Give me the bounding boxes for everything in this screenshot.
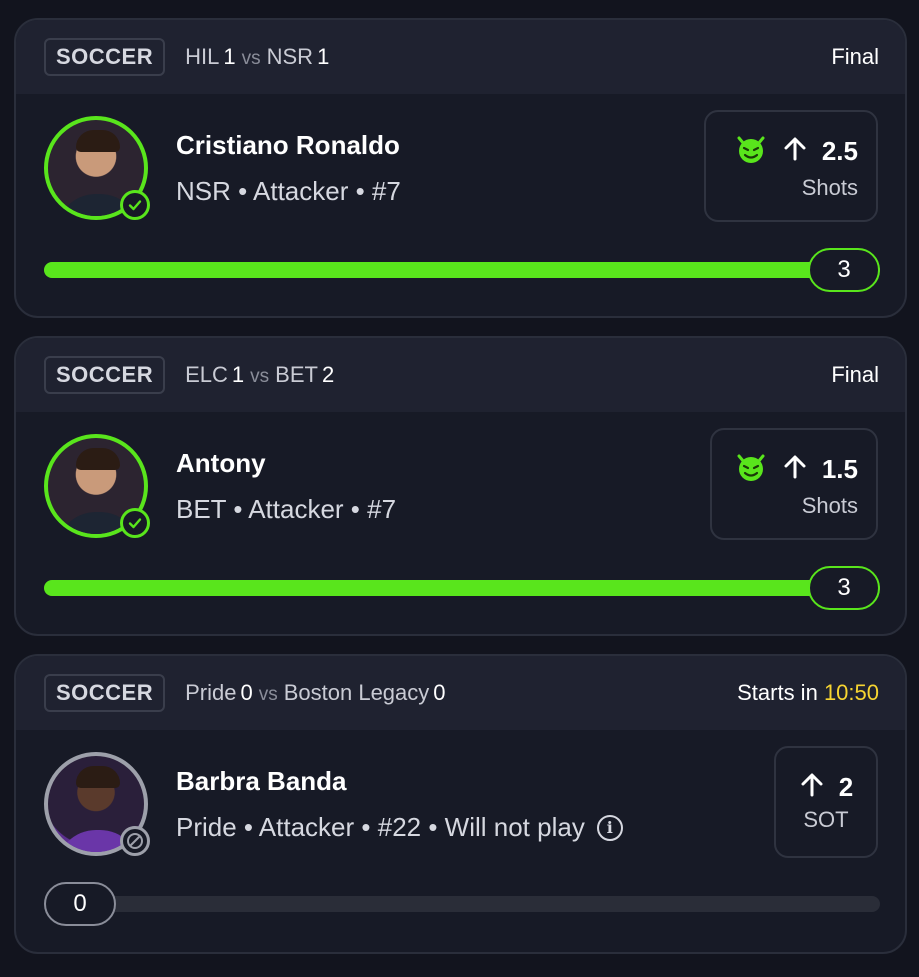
status-label: Final <box>831 44 879 69</box>
line-box[interactable]: 2.5 Shots <box>704 110 878 222</box>
arrow-up-icon <box>782 136 808 167</box>
player-meta-text: BET • Attacker • #7 <box>176 494 397 524</box>
card-header: SOCCER ELC 1 vs BET 2 Final <box>16 338 905 412</box>
player-meta: Pride • Attacker • #22 • Will not play i <box>176 812 623 843</box>
player-name: Cristiano Ronaldo <box>176 130 400 160</box>
team-home: ELC <box>185 362 228 387</box>
demon-icon <box>734 450 768 489</box>
pick-card[interactable]: SOCCER Pride 0 vs Boston Legacy 0 Starts… <box>14 654 907 954</box>
matchup: Pride 0 vs Boston Legacy 0 <box>185 680 445 706</box>
score-home: 1 <box>223 44 236 69</box>
pick-card[interactable]: SOCCER HIL 1 vs NSR 1 Final Cristiano Ro… <box>14 18 907 318</box>
player-meta: NSR • Attacker • #7 <box>176 176 401 207</box>
card-body: Antony BET • Attacker • #7 1.5 Shots 3 <box>16 412 905 634</box>
card-header: SOCCER HIL 1 vs NSR 1 Final <box>16 20 905 94</box>
progress-fill <box>44 262 880 278</box>
status-label: Final <box>831 362 879 387</box>
result-pill: 3 <box>808 248 880 292</box>
vs-label: vs <box>258 684 278 705</box>
check-icon <box>120 508 150 538</box>
arrow-up-icon <box>782 454 808 485</box>
arrow-up-icon <box>799 772 825 803</box>
team-away: BET <box>275 362 318 387</box>
line-stat: Shots <box>801 492 858 518</box>
line-box[interactable]: 2 SOT <box>774 746 878 858</box>
player-meta-text: NSR • Attacker • #7 <box>176 176 401 206</box>
line-stat: Shots <box>801 174 858 200</box>
line-value: 2 <box>838 771 854 802</box>
vs-label: vs <box>250 366 270 387</box>
line-value: 2.5 <box>821 135 858 166</box>
player-meta-text: Pride • Attacker • #22 • Will not play <box>176 812 585 842</box>
game-status: Starts in 10:50 <box>737 680 879 706</box>
sport-badge: SOCCER <box>44 38 166 76</box>
result-pill: 3 <box>808 566 880 610</box>
team-home: Pride <box>185 680 237 705</box>
team-home: HIL <box>185 44 220 69</box>
score-away: 1 <box>317 44 330 69</box>
score-away: 2 <box>321 362 335 387</box>
check-icon <box>120 190 150 220</box>
result-pill: 0 <box>44 882 116 926</box>
info-icon[interactable]: i <box>596 814 623 841</box>
vs-label: vs <box>241 48 261 69</box>
player-name: Antony <box>176 448 266 478</box>
game-status: Final <box>831 362 879 388</box>
not-playing-icon <box>120 826 150 856</box>
line-value: 1.5 <box>821 453 858 484</box>
player-name: Barbra Banda <box>176 766 347 796</box>
score-home: 1 <box>231 362 245 387</box>
line-box[interactable]: 1.5 Shots <box>710 428 878 540</box>
card-body: Barbra Banda Pride • Attacker • #22 • Wi… <box>16 730 905 952</box>
progress-fill <box>44 580 880 596</box>
score-home: 0 <box>240 680 253 705</box>
status-label: Starts in <box>737 680 818 705</box>
score-away: 0 <box>433 680 446 705</box>
team-away: NSR <box>266 44 314 69</box>
progress-track <box>44 580 880 596</box>
player-meta: BET • Attacker • #7 <box>176 494 396 525</box>
game-status: Final <box>831 44 879 70</box>
countdown-timer: 10:50 <box>823 680 879 705</box>
team-away: Boston Legacy <box>283 680 430 705</box>
card-header: SOCCER Pride 0 vs Boston Legacy 0 Starts… <box>16 656 905 730</box>
matchup: ELC 1 vs BET 2 <box>185 362 334 388</box>
line-stat: SOT <box>803 806 849 832</box>
progress-track <box>44 896 880 912</box>
matchup: HIL 1 vs NSR 1 <box>185 44 329 70</box>
progress-track <box>44 262 880 278</box>
sport-badge: SOCCER <box>44 674 166 712</box>
card-body: Cristiano Ronaldo NSR • Attacker • #7 2.… <box>16 94 905 316</box>
pick-card[interactable]: SOCCER ELC 1 vs BET 2 Final Antony BET •… <box>14 336 907 636</box>
demon-icon <box>734 132 768 171</box>
sport-badge: SOCCER <box>44 356 166 394</box>
